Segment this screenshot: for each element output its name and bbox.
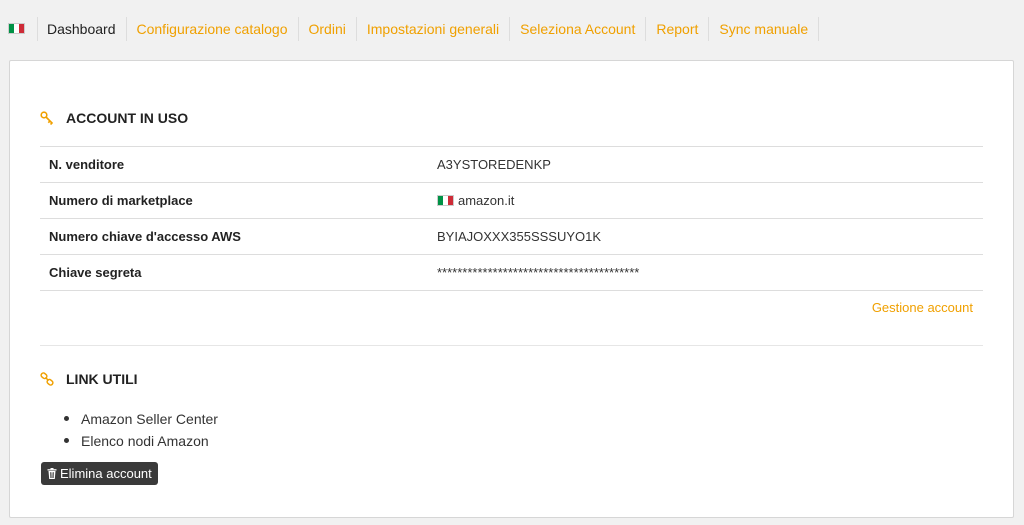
nav-impostazioni-generali[interactable]: Impostazioni generali (357, 16, 511, 41)
delete-account-button[interactable]: Elimina account (41, 462, 158, 485)
italy-flag-icon (437, 195, 454, 206)
account-section-title: ACCOUNT IN USO (40, 110, 188, 126)
links-section-title: LINK UTILI (40, 371, 138, 387)
top-navigation: Dashboard Configurazione catalogo Ordini… (0, 0, 1024, 57)
language-flag-italy[interactable] (8, 16, 38, 41)
aws-access-key-value: BYIAJOXXX355SSSUYO1K (428, 218, 983, 255)
key-icon (40, 111, 54, 125)
marketplace-value-cell: amazon.it (428, 182, 983, 219)
links-title-text: LINK UTILI (66, 371, 138, 387)
nav-configurazione-catalogo[interactable]: Configurazione catalogo (127, 16, 299, 41)
nav-report[interactable]: Report (646, 16, 710, 41)
link-amazon-seller-center[interactable]: Amazon Seller Center (64, 408, 218, 430)
seller-number-value: A3YSTOREDENKP (428, 146, 983, 183)
nav-dashboard[interactable]: Dashboard (38, 16, 127, 41)
section-divider (40, 345, 983, 346)
nav-seleziona-account[interactable]: Seleziona Account (510, 16, 647, 41)
secret-key-label: Chiave segreta (40, 254, 428, 291)
marketplace-value: amazon.it (458, 193, 515, 208)
delete-account-label: Elimina account (60, 466, 152, 481)
account-title-text: ACCOUNT IN USO (66, 110, 189, 126)
link-elenco-nodi-amazon[interactable]: Elenco nodi Amazon (64, 430, 218, 452)
nav-ordini[interactable]: Ordini (299, 16, 357, 41)
italy-flag-icon (8, 23, 25, 34)
table-row: N. venditore A3YSTOREDENKP (40, 146, 983, 183)
manage-account-link[interactable]: Gestione account (872, 300, 973, 315)
aws-access-key-label: Numero chiave d'accesso AWS (40, 218, 428, 255)
table-row: Numero di marketplace amazon.it (40, 182, 983, 219)
nav-sync-manuale[interactable]: Sync manuale (709, 16, 820, 41)
secret-key-value: **************************************** (428, 254, 983, 291)
account-details-table: N. venditore A3YSTOREDENKP Numero di mar… (40, 146, 983, 291)
seller-number-label: N. venditore (40, 146, 428, 183)
trash-icon (47, 468, 57, 479)
useful-links-list: Amazon Seller Center Elenco nodi Amazon (64, 408, 218, 452)
dashboard-panel: ACCOUNT IN USO N. venditore A3YSTOREDENK… (9, 60, 1014, 518)
table-row: Chiave segreta *************************… (40, 254, 983, 291)
marketplace-label: Numero di marketplace (40, 182, 428, 219)
link-icon (40, 372, 54, 386)
table-row: Numero chiave d'accesso AWS BYIAJOXXX355… (40, 218, 983, 255)
